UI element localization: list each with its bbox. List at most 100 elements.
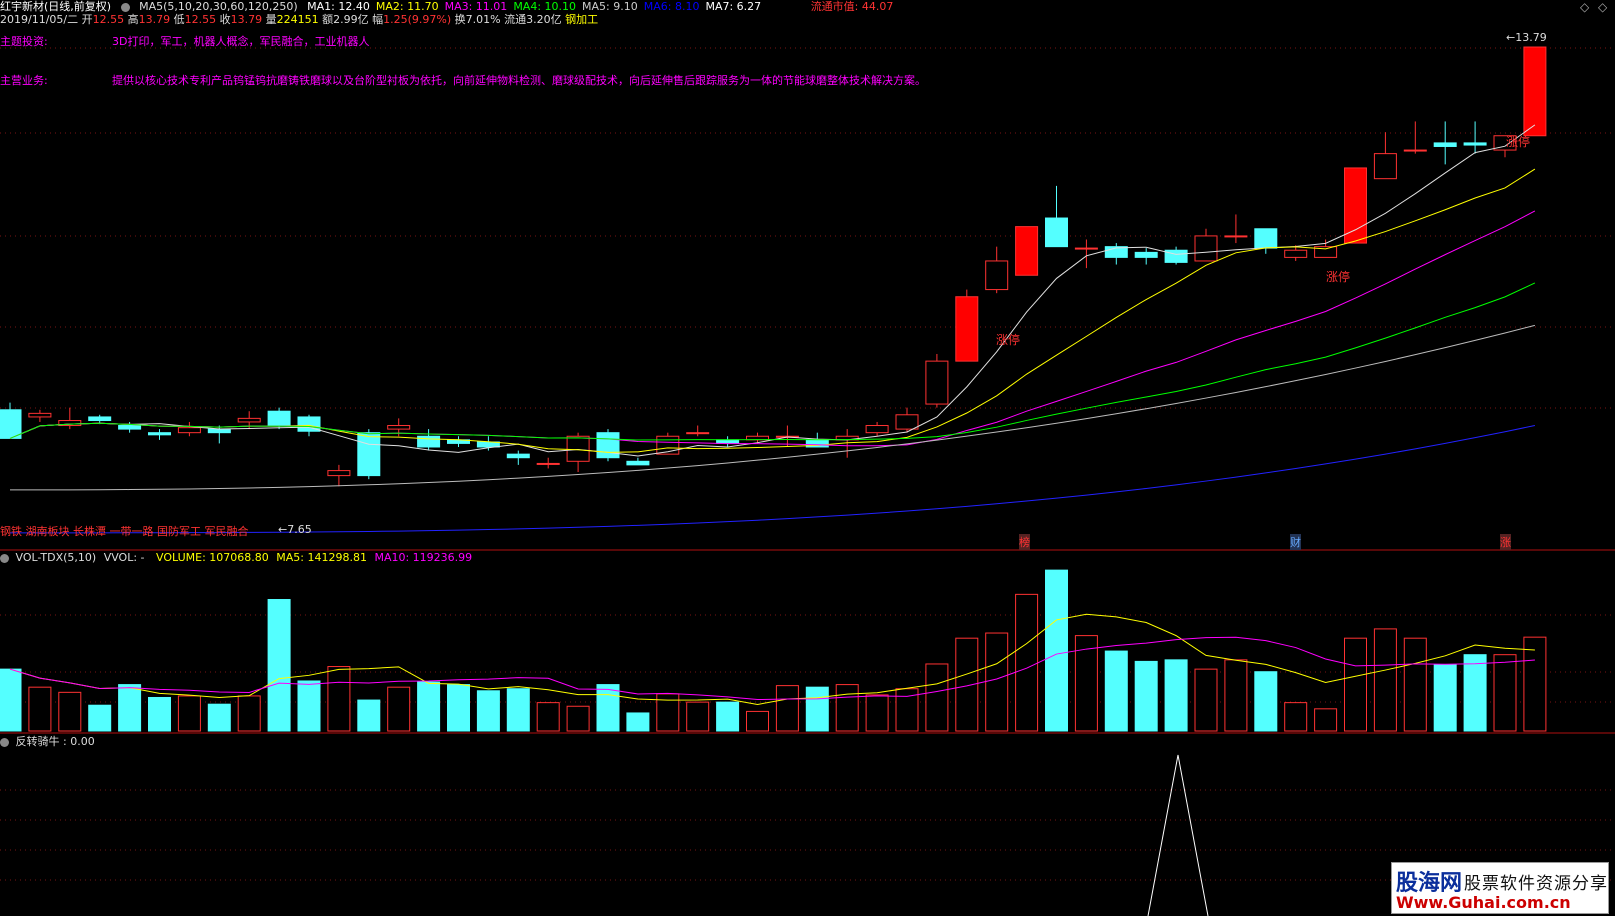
logo-line3: Www.Guhai.com.cn bbox=[1396, 893, 1571, 912]
vol-ma10-line bbox=[9, 636, 1535, 701]
concept-line: 钢铁 湖南板块 长株潭 一带一路 国防军工 军民融合 bbox=[0, 525, 249, 538]
volume-bar bbox=[267, 599, 291, 732]
volume-bar bbox=[1403, 637, 1427, 732]
volume-bar bbox=[1433, 664, 1457, 732]
volume-bar bbox=[0, 668, 22, 732]
candle-body bbox=[686, 432, 710, 435]
low-price-label: ←7.65 bbox=[278, 523, 312, 536]
candle-body bbox=[267, 410, 291, 427]
candle-body bbox=[1134, 251, 1158, 258]
volume-bar bbox=[297, 680, 321, 732]
candle-body bbox=[865, 425, 889, 434]
high-price-value: 13.79 bbox=[1515, 31, 1547, 44]
volume-bar bbox=[207, 703, 231, 732]
volume-bar bbox=[805, 686, 829, 732]
ma2-line bbox=[9, 168, 1536, 453]
candle-body bbox=[1373, 153, 1397, 180]
vol-ma5-line bbox=[9, 613, 1535, 706]
volume-bar bbox=[596, 684, 620, 732]
ma6-line bbox=[9, 425, 1536, 534]
volume-bar bbox=[775, 685, 799, 732]
candle-body bbox=[1433, 142, 1457, 147]
marker-cai[interactable]: 财 bbox=[1290, 534, 1301, 550]
volume-bar bbox=[746, 710, 769, 732]
stock-chart[interactable] bbox=[0, 0, 1615, 916]
volume-bar bbox=[476, 690, 500, 732]
volume-bar bbox=[1344, 637, 1367, 732]
candle-body bbox=[1254, 228, 1278, 249]
volume-bar bbox=[1284, 702, 1308, 732]
indicator-title[interactable]: 反转骑牛 bbox=[16, 735, 60, 748]
candle-body bbox=[536, 462, 560, 465]
vvol-value: VVOL: - bbox=[103, 551, 145, 564]
candle-body bbox=[1344, 167, 1367, 244]
volume-bar bbox=[506, 688, 530, 732]
candle-body bbox=[1015, 226, 1039, 276]
volume-bar bbox=[387, 686, 411, 732]
volume-bar bbox=[835, 684, 859, 732]
volume-bar bbox=[686, 701, 710, 732]
volume-bar bbox=[1104, 650, 1128, 732]
indicator-panel-header: 反转骑牛 : 0.00 bbox=[0, 735, 95, 749]
volume-bar bbox=[1015, 593, 1039, 732]
volume-value: VOLUME: 107068.80 bbox=[156, 551, 269, 564]
volume-bar bbox=[1045, 569, 1068, 732]
candle-body bbox=[148, 432, 171, 436]
volume-bar bbox=[88, 704, 112, 732]
volume-bar bbox=[716, 701, 740, 732]
volume-bar bbox=[1493, 654, 1517, 732]
candle-body bbox=[28, 412, 52, 418]
volume-settings-icon[interactable] bbox=[0, 553, 9, 563]
marker-zhang[interactable]: 涨 bbox=[1500, 534, 1511, 550]
limit-up-label-3: 涨停 bbox=[1506, 135, 1531, 149]
indicator-settings-icon[interactable] bbox=[0, 737, 9, 747]
volume-bar bbox=[327, 666, 351, 732]
volume-bar bbox=[1373, 628, 1397, 732]
volume-bar bbox=[1194, 668, 1218, 732]
candle-body bbox=[1074, 247, 1098, 250]
volume-bar bbox=[148, 696, 171, 732]
candle-body bbox=[1523, 46, 1547, 137]
volume-bar bbox=[536, 702, 560, 732]
guhai-logo: 股海网 股票软件资源分享 Www.Guhai.com.cn bbox=[1391, 862, 1609, 914]
limit-up-label-1: 涨停 bbox=[996, 333, 1021, 347]
volume-bar bbox=[237, 695, 261, 732]
volume-bar bbox=[1523, 636, 1547, 732]
volume-bar bbox=[177, 695, 201, 732]
volume-bar bbox=[447, 684, 470, 732]
volume-bar bbox=[1254, 671, 1278, 732]
volume-bar bbox=[865, 694, 889, 732]
volume-bar bbox=[566, 705, 590, 732]
candle-body bbox=[88, 416, 112, 422]
marker-bang[interactable]: 榜 bbox=[1019, 534, 1030, 550]
candle-body bbox=[566, 435, 590, 462]
candle-body bbox=[0, 409, 22, 439]
candle-body bbox=[626, 460, 650, 466]
volume-bar bbox=[925, 663, 949, 732]
candle-body bbox=[596, 432, 620, 459]
candle-body bbox=[357, 432, 381, 477]
limit-up-label-2: 涨停 bbox=[1326, 270, 1351, 284]
ma3-line bbox=[9, 210, 1536, 447]
indicator-value: : 0.00 bbox=[63, 735, 95, 748]
logo-line2: 股票软件资源分享 bbox=[1464, 874, 1608, 894]
candle-body bbox=[237, 417, 261, 423]
volume-title[interactable]: VOL-TDX(5,10) bbox=[16, 551, 97, 564]
candle-body bbox=[1045, 217, 1068, 248]
indicator-line bbox=[1147, 754, 1209, 916]
high-price-label: ←13.79 bbox=[1506, 31, 1547, 44]
candle-body bbox=[895, 414, 919, 430]
candle-body bbox=[1284, 249, 1308, 258]
ma5-line bbox=[9, 324, 1536, 491]
volume-bar bbox=[1164, 659, 1188, 732]
volume-bar bbox=[1224, 659, 1248, 732]
low-price-value: 7.65 bbox=[287, 523, 312, 536]
candle-body bbox=[1224, 235, 1248, 238]
candle-body bbox=[925, 360, 949, 405]
volume-bar bbox=[626, 712, 650, 732]
volume-bar bbox=[985, 632, 1009, 732]
vol-ma10-value: MA10: 119236.99 bbox=[374, 551, 473, 564]
candle-body bbox=[387, 425, 411, 430]
volume-bar bbox=[357, 699, 381, 732]
candle-body bbox=[1463, 142, 1487, 146]
